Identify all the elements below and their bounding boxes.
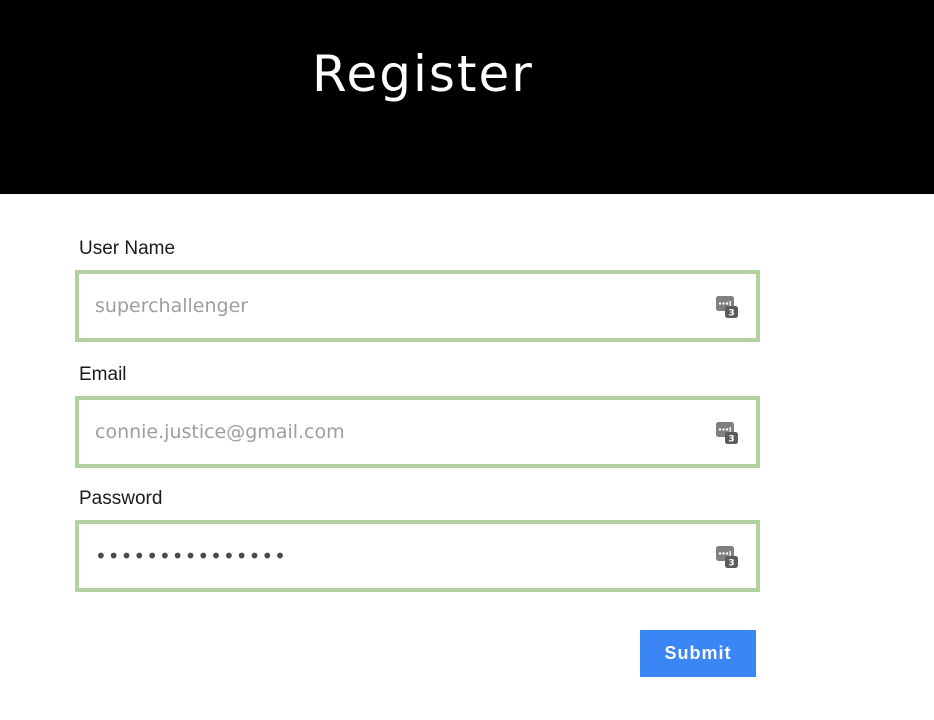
password-manager-icon[interactable]: 3	[716, 546, 738, 568]
password-field[interactable]: 3	[75, 520, 760, 592]
page-title: Register	[312, 45, 534, 103]
email-label: Email	[79, 364, 127, 385]
password-manager-badge: 3	[728, 559, 734, 569]
password-manager-badge: 3	[728, 435, 734, 445]
password-input[interactable]	[95, 524, 695, 588]
page-header: Register	[0, 0, 934, 194]
email-input[interactable]	[95, 400, 695, 464]
email-field[interactable]: 3	[75, 396, 760, 468]
submit-button[interactable]: Submit	[640, 630, 756, 677]
register-form: User Name 3 Email 3 Password	[0, 194, 934, 720]
username-input[interactable]	[95, 274, 695, 338]
username-field[interactable]: 3	[75, 270, 760, 342]
password-manager-icon[interactable]: 3	[716, 296, 738, 318]
username-label: User Name	[79, 238, 176, 259]
password-label: Password	[79, 488, 163, 509]
password-manager-badge: 3	[728, 309, 734, 319]
password-manager-icon[interactable]: 3	[716, 422, 738, 444]
